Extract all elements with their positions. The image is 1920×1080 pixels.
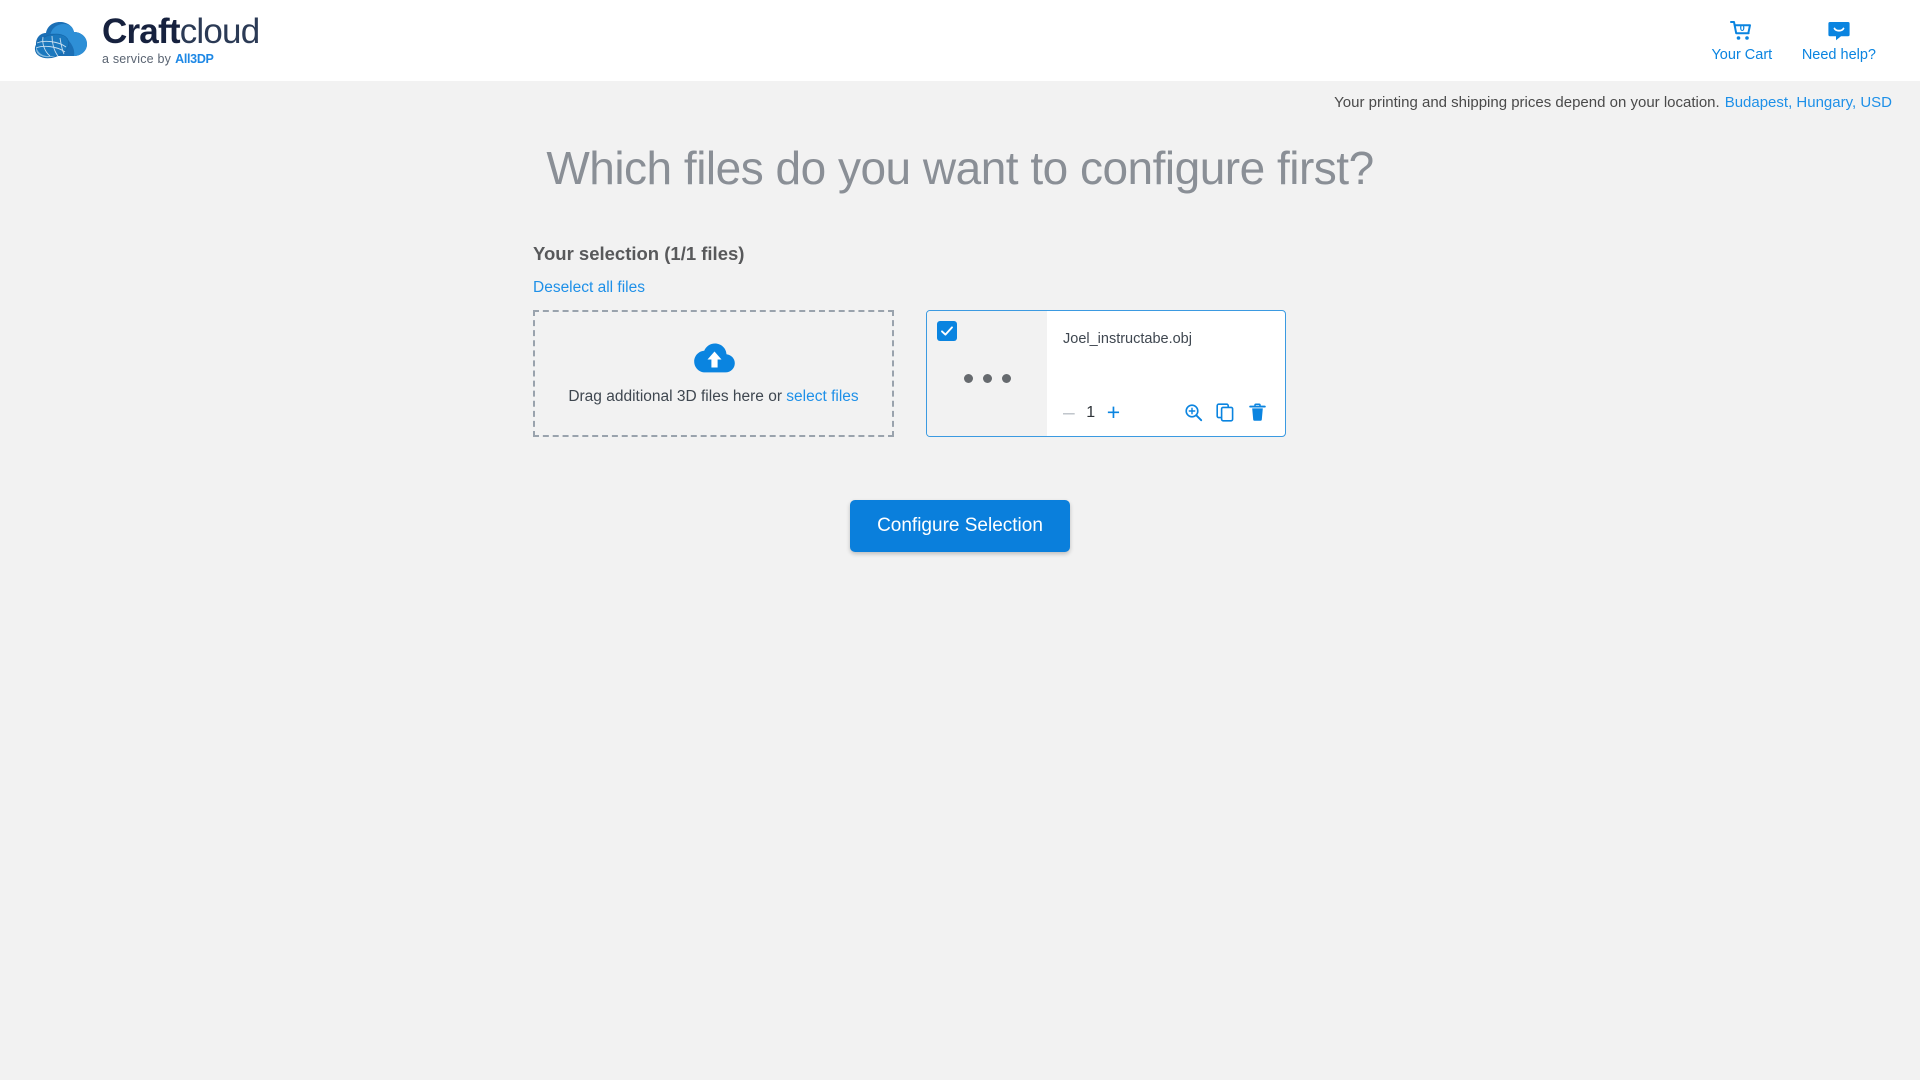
duplicate-icon[interactable] — [1215, 403, 1235, 423]
shopping-cart-icon: 0 — [1729, 19, 1755, 43]
cta-wrapper: Configure Selection — [0, 500, 1920, 552]
page-title: Which files do you want to configure fir… — [546, 142, 1374, 194]
logo-tagline: a service by All3DP — [102, 52, 259, 66]
quantity-stepper: – 1 + — [1063, 401, 1120, 424]
file-thumbnail — [927, 311, 1047, 436]
configure-selection-button[interactable]: Configure Selection — [850, 500, 1070, 552]
craftcloud-logo[interactable]: Craftcloud a service by All3DP — [30, 12, 260, 69]
selection-heading: Your selection (1/1 files) — [533, 243, 745, 264]
loading-dot — [1001, 374, 1011, 383]
file-dropzone[interactable]: Drag additional 3D files here or select … — [533, 310, 894, 437]
file-select-checkbox[interactable] — [937, 321, 957, 341]
dropzone-instruction: Drag additional 3D files here or — [568, 388, 782, 405]
quantity-increase-button[interactable]: + — [1107, 401, 1120, 424]
deselect-all-files-link[interactable]: Deselect all files — [533, 279, 645, 297]
file-name: Joel_instructabe.obj — [1063, 331, 1192, 347]
file-card-body: Joel_instructabe.obj – 1 + — [1047, 311, 1285, 436]
files-row: Drag additional 3D files here or select … — [533, 310, 1497, 437]
zoom-in-icon[interactable] — [1183, 403, 1203, 423]
your-cart-button[interactable]: 0 Your Cart — [1710, 19, 1774, 63]
dropzone-text: Drag additional 3D files here or select … — [568, 388, 858, 406]
cloud-upload-icon — [691, 341, 737, 380]
change-location-link[interactable]: Budapest, Hungary, USD — [1725, 94, 1892, 111]
your-cart-label: Your Cart — [1711, 46, 1773, 63]
location-bar: Your printing and shipping prices depend… — [0, 81, 1920, 123]
select-files-link[interactable]: select files — [786, 388, 858, 405]
need-help-label: Need help? — [1801, 46, 1876, 63]
file-card-controls: – 1 + — [1063, 401, 1271, 424]
file-card-icon-buttons — [1183, 403, 1267, 423]
craftcloud-cloud-globe-logo — [30, 16, 92, 66]
thumbnail-loading-indicator — [963, 374, 1011, 383]
quantity-value: 1 — [1086, 403, 1096, 421]
logo-word-craft: Craft — [102, 12, 180, 51]
delete-icon[interactable] — [1247, 403, 1267, 423]
cart-count-badge: 0 — [1740, 23, 1745, 33]
loading-dot — [963, 374, 973, 383]
app-header: Craftcloud a service by All3DP 0 Your Ca… — [0, 0, 1920, 81]
logo-tagline-prefix: a service by — [102, 52, 172, 66]
logo-word-cloud: cloud — [179, 12, 260, 51]
file-card[interactable]: Joel_instructabe.obj – 1 + — [926, 310, 1286, 437]
header-actions: 0 Your Cart Need help? — [1710, 19, 1896, 63]
loading-dot — [982, 374, 992, 383]
logo-tagline-brand: All3DP — [175, 52, 214, 66]
need-help-button[interactable]: Need help? — [1802, 19, 1876, 63]
selection-area: Your selection (1/1 files) Deselect all … — [423, 243, 1497, 437]
logo-text: Craftcloud a service by All3DP — [102, 12, 260, 66]
chat-bubble-icon — [1827, 19, 1851, 43]
logo-wordmark: Craftcloud — [102, 12, 260, 51]
quantity-decrease-button[interactable]: – — [1063, 402, 1075, 423]
location-notice-text: Your printing and shipping prices depend… — [1334, 93, 1720, 111]
